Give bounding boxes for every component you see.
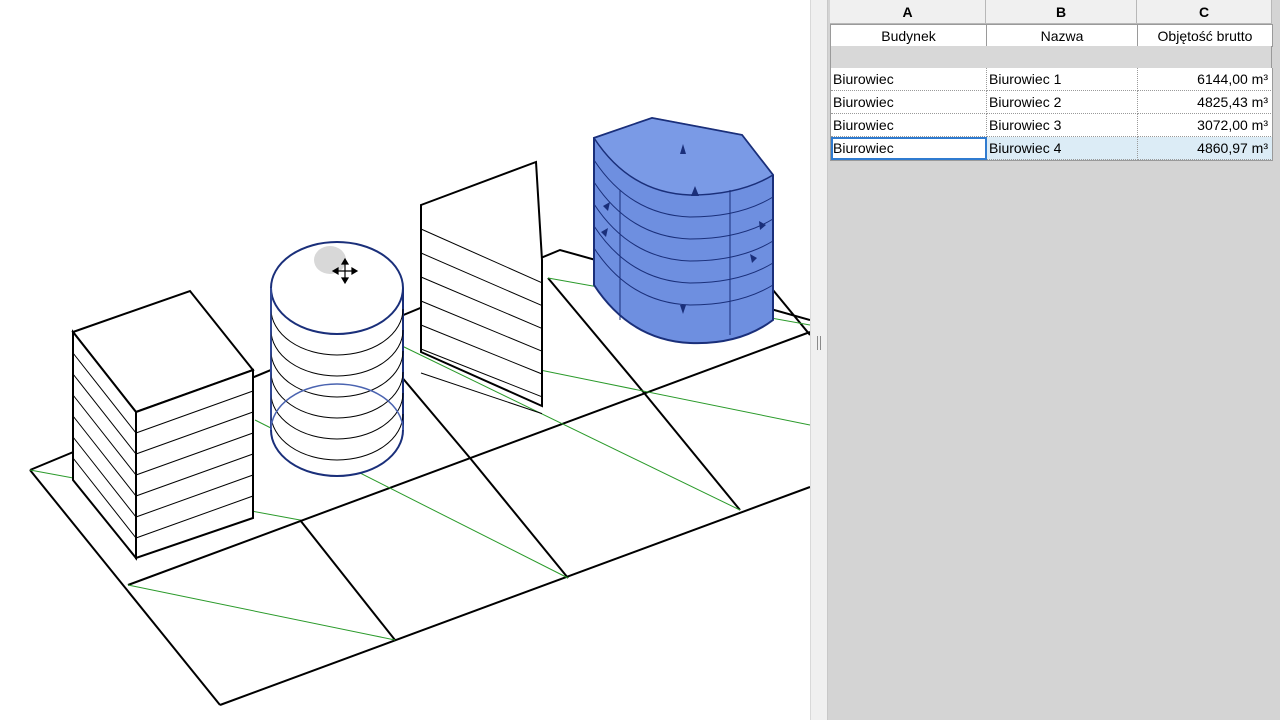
table-row[interactable]: Biurowiec Biurowiec 3 3072,00 m³ <box>830 114 1273 137</box>
cell-nazwa[interactable]: Biurowiec 4 <box>987 137 1138 160</box>
table-row[interactable]: Biurowiec Biurowiec 1 6144,00 m³ <box>830 68 1273 91</box>
cell-budynek[interactable]: Biurowiec <box>831 114 987 137</box>
header-spacer <box>830 46 1272 68</box>
mass-building-1[interactable] <box>71 289 255 561</box>
column-headers-row: Budynek Nazwa Objętość brutto <box>830 24 1273 47</box>
cell-nazwa[interactable]: Biurowiec 2 <box>987 91 1138 114</box>
cell-objetosc[interactable]: 4860,97 m³ <box>1138 137 1273 160</box>
schedule-table: A B C Budynek Nazwa Objętość brutto Biur… <box>828 0 1280 720</box>
mass-building-2[interactable] <box>270 241 404 477</box>
cell-budynek[interactable]: Biurowiec <box>831 68 987 91</box>
mass-building-4[interactable] <box>592 116 775 345</box>
3d-view-canvas[interactable] <box>0 0 810 720</box>
header-nazwa[interactable]: Nazwa <box>987 25 1138 47</box>
cell-nazwa[interactable]: Biurowiec 1 <box>987 68 1138 91</box>
3d-view-svg <box>29 116 810 706</box>
header-budynek[interactable]: Budynek <box>831 25 987 47</box>
table-row-selected[interactable]: Biurowiec Biurowiec 4 4860,97 m³ <box>830 137 1273 161</box>
splitter-grip-icon <box>817 336 821 350</box>
cell-budynek-active[interactable]: Biurowiec <box>831 137 987 160</box>
column-letter-a[interactable]: A <box>830 0 986 24</box>
column-letter-b[interactable]: B <box>986 0 1137 24</box>
cell-objetosc[interactable]: 3072,00 m³ <box>1138 114 1273 137</box>
cell-objetosc[interactable]: 4825,43 m³ <box>1138 91 1273 114</box>
pane-splitter[interactable] <box>810 0 828 720</box>
table-row[interactable]: Biurowiec Biurowiec 2 4825,43 m³ <box>830 91 1273 114</box>
cell-nazwa[interactable]: Biurowiec 3 <box>987 114 1138 137</box>
cell-objetosc[interactable]: 6144,00 m³ <box>1138 68 1273 91</box>
column-letters-row: A B C <box>830 0 1272 24</box>
mass-building-3[interactable] <box>420 160 543 415</box>
column-letter-c[interactable]: C <box>1137 0 1272 24</box>
header-objetosc[interactable]: Objętość brutto <box>1138 25 1273 47</box>
cell-budynek[interactable]: Biurowiec <box>831 91 987 114</box>
